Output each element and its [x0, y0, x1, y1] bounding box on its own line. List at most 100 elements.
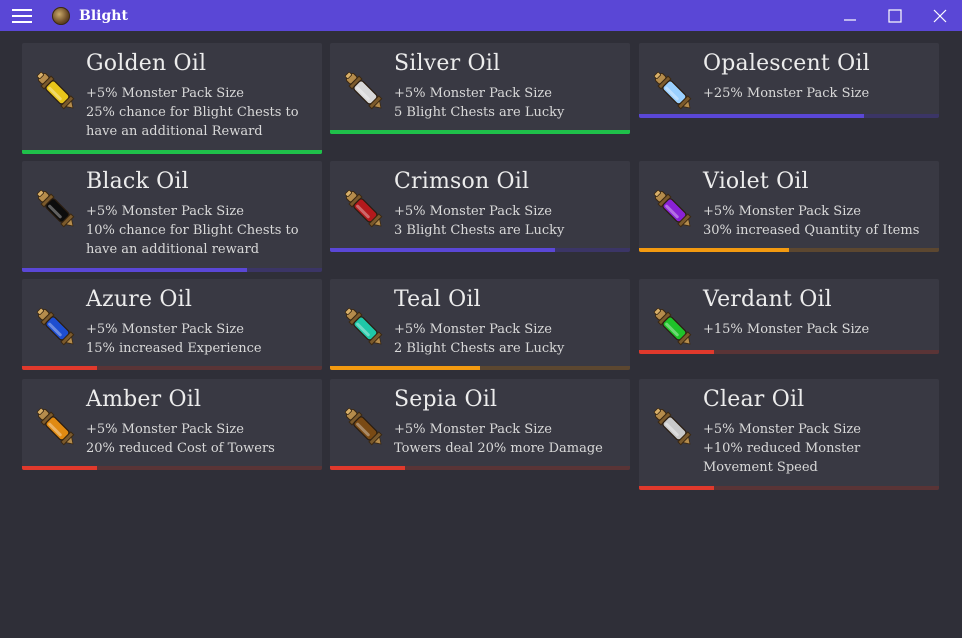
oil-name: Crimson Oil [394, 169, 530, 194]
hamburger-menu-icon[interactable] [12, 8, 32, 23]
rating-bar-fill [330, 366, 480, 370]
oil-card-crimson-oil[interactable]: Crimson Oil +5% Monster Pack Size 3 Blight… [330, 161, 630, 252]
oil-effect-line: +5% Monster Pack Size [86, 422, 244, 437]
oil-effect-line: 15% increased Experience [86, 341, 262, 356]
rating-bar-fill [330, 248, 555, 252]
oil-effect-line: +5% Monster Pack Size [703, 204, 861, 219]
oil-description: +5% Monster Pack Size 30% increased Quant… [703, 202, 931, 240]
oil-name: Opalescent Oil [703, 51, 870, 76]
minimize-icon [843, 18, 856, 21]
oil-card-teal-oil[interactable]: Teal Oil +5% Monster Pack Size 2 Blight Ch… [330, 279, 630, 370]
rating-bar-fill [639, 350, 714, 354]
rating-bar [22, 366, 322, 370]
verdant-oil-vial-icon [653, 307, 692, 346]
rating-bar [639, 114, 939, 118]
oil-name: Clear Oil [703, 387, 805, 412]
close-icon [933, 9, 946, 22]
oil-description: +15% Monster Pack Size [703, 320, 931, 339]
oil-effect-line: 2 Blight Chests are Lucky [394, 341, 565, 356]
blight-app-icon [52, 6, 70, 25]
rating-bar-fill [639, 248, 789, 252]
oil-effect-line: +10% reduced Monster Movement Speed [703, 441, 861, 475]
rating-bar-fill [22, 466, 97, 470]
oil-effect-line: +5% Monster Pack Size [394, 86, 552, 101]
silver-oil-vial-icon [344, 71, 383, 110]
oil-effect-line: +5% Monster Pack Size [394, 204, 552, 219]
rating-bar-fill [330, 466, 405, 470]
oil-description: +25% Monster Pack Size [703, 84, 931, 103]
oil-name: Azure Oil [86, 287, 193, 312]
oil-effect-line: +5% Monster Pack Size [703, 422, 861, 437]
golden-oil-vial-icon [36, 71, 75, 110]
clear-oil-vial-icon [653, 407, 692, 446]
rating-bar [330, 366, 630, 370]
oil-description: +5% Monster Pack Size 2 Blight Chests are… [394, 320, 622, 358]
oil-card-amber-oil[interactable]: Amber Oil +5% Monster Pack Size 20% reduce… [22, 379, 322, 470]
oil-effect-line: 25% chance for Blight Chests to have an … [86, 105, 299, 139]
oil-description: +5% Monster Pack Size +10% reduced Monste… [703, 420, 931, 477]
oil-effect-line: +25% Monster Pack Size [703, 86, 870, 101]
oil-card-verdant-oil[interactable]: Verdant Oil +15% Monster Pack Size [639, 279, 939, 354]
oil-card-black-oil[interactable]: Black Oil +5% Monster Pack Size 10% chance… [22, 161, 322, 272]
oil-effect-line: +5% Monster Pack Size [394, 422, 552, 437]
oil-effect-line: +5% Monster Pack Size [86, 204, 244, 219]
opalescent-oil-vial-icon [653, 71, 692, 110]
oil-name: Teal Oil [394, 287, 481, 312]
oil-description: +5% Monster Pack Size 25% chance for Blig… [86, 84, 314, 141]
title-bar: Blight [0, 0, 962, 31]
oil-card-azure-oil[interactable]: Azure Oil +5% Monster Pack Size 15% increa… [22, 279, 322, 370]
oil-effect-line: 20% reduced Cost of Towers [86, 441, 275, 456]
teal-oil-vial-icon [344, 307, 383, 346]
oil-effect-line: +15% Monster Pack Size [703, 322, 870, 337]
oil-effect-line: 3 Blight Chests are Lucky [394, 223, 565, 238]
rating-bar [639, 350, 939, 354]
oil-card-opalescent-oil[interactable]: Opalescent Oil +25% Monster Pack Size [639, 43, 939, 118]
rating-bar-fill [22, 366, 97, 370]
rating-bar [639, 486, 939, 490]
maximize-button[interactable] [872, 0, 917, 31]
oil-effect-line: 30% increased Quantity of Items [703, 223, 920, 238]
amber-oil-vial-icon [36, 407, 75, 446]
sepia-oil-vial-icon [344, 407, 383, 446]
oil-card-golden-oil[interactable]: Golden Oil +5% Monster Pack Size 25% chanc… [22, 43, 322, 154]
oil-effect-line: 5 Blight Chests are Lucky [394, 105, 565, 120]
rating-bar [330, 248, 630, 252]
oil-effect-line: Towers deal 20% more Damage [394, 441, 603, 456]
window-title: Blight [79, 7, 128, 24]
rating-bar [330, 466, 630, 470]
oil-description: +5% Monster Pack Size 3 Blight Chests are… [394, 202, 622, 240]
oil-description: +5% Monster Pack Size 20% reduced Cost of… [86, 420, 314, 458]
oil-name: Silver Oil [394, 51, 501, 76]
rating-bar [639, 248, 939, 252]
oil-effect-line: +5% Monster Pack Size [394, 322, 552, 337]
oil-effect-line: +5% Monster Pack Size [86, 86, 244, 101]
oil-name: Violet Oil [703, 169, 809, 194]
violet-oil-vial-icon [653, 189, 692, 228]
close-button[interactable] [917, 0, 962, 31]
oil-effect-line: +5% Monster Pack Size [86, 322, 244, 337]
crimson-oil-vial-icon [344, 189, 383, 228]
minimize-button[interactable] [827, 0, 872, 31]
window-controls [827, 0, 962, 31]
rating-bar [22, 268, 322, 272]
oil-card-sepia-oil[interactable]: Sepia Oil +5% Monster Pack Size Towers dea… [330, 379, 630, 470]
black-oil-vial-icon [36, 189, 75, 228]
oil-name: Golden Oil [86, 51, 207, 76]
rating-bar-fill [22, 268, 247, 272]
oil-card-clear-oil[interactable]: Clear Oil +5% Monster Pack Size +10% reduc… [639, 379, 939, 490]
oil-name: Verdant Oil [703, 287, 832, 312]
oil-name: Sepia Oil [394, 387, 498, 412]
oil-description: +5% Monster Pack Size 15% increased Exper… [86, 320, 314, 358]
oil-card-silver-oil[interactable]: Silver Oil +5% Monster Pack Size 5 Blight … [330, 43, 630, 134]
rating-bar-fill [639, 486, 714, 490]
rating-bar-fill [639, 114, 864, 118]
rating-bar-fill [330, 130, 630, 134]
azure-oil-vial-icon [36, 307, 75, 346]
oil-description: +5% Monster Pack Size 5 Blight Chests are… [394, 84, 622, 122]
maximize-icon [887, 8, 902, 23]
oil-card-violet-oil[interactable]: Violet Oil +5% Monster Pack Size 30% incre… [639, 161, 939, 252]
rating-bar [22, 150, 322, 154]
oil-description: +5% Monster Pack Size Towers deal 20% mor… [394, 420, 622, 458]
oil-name: Amber Oil [86, 387, 202, 412]
oil-name: Black Oil [86, 169, 189, 194]
